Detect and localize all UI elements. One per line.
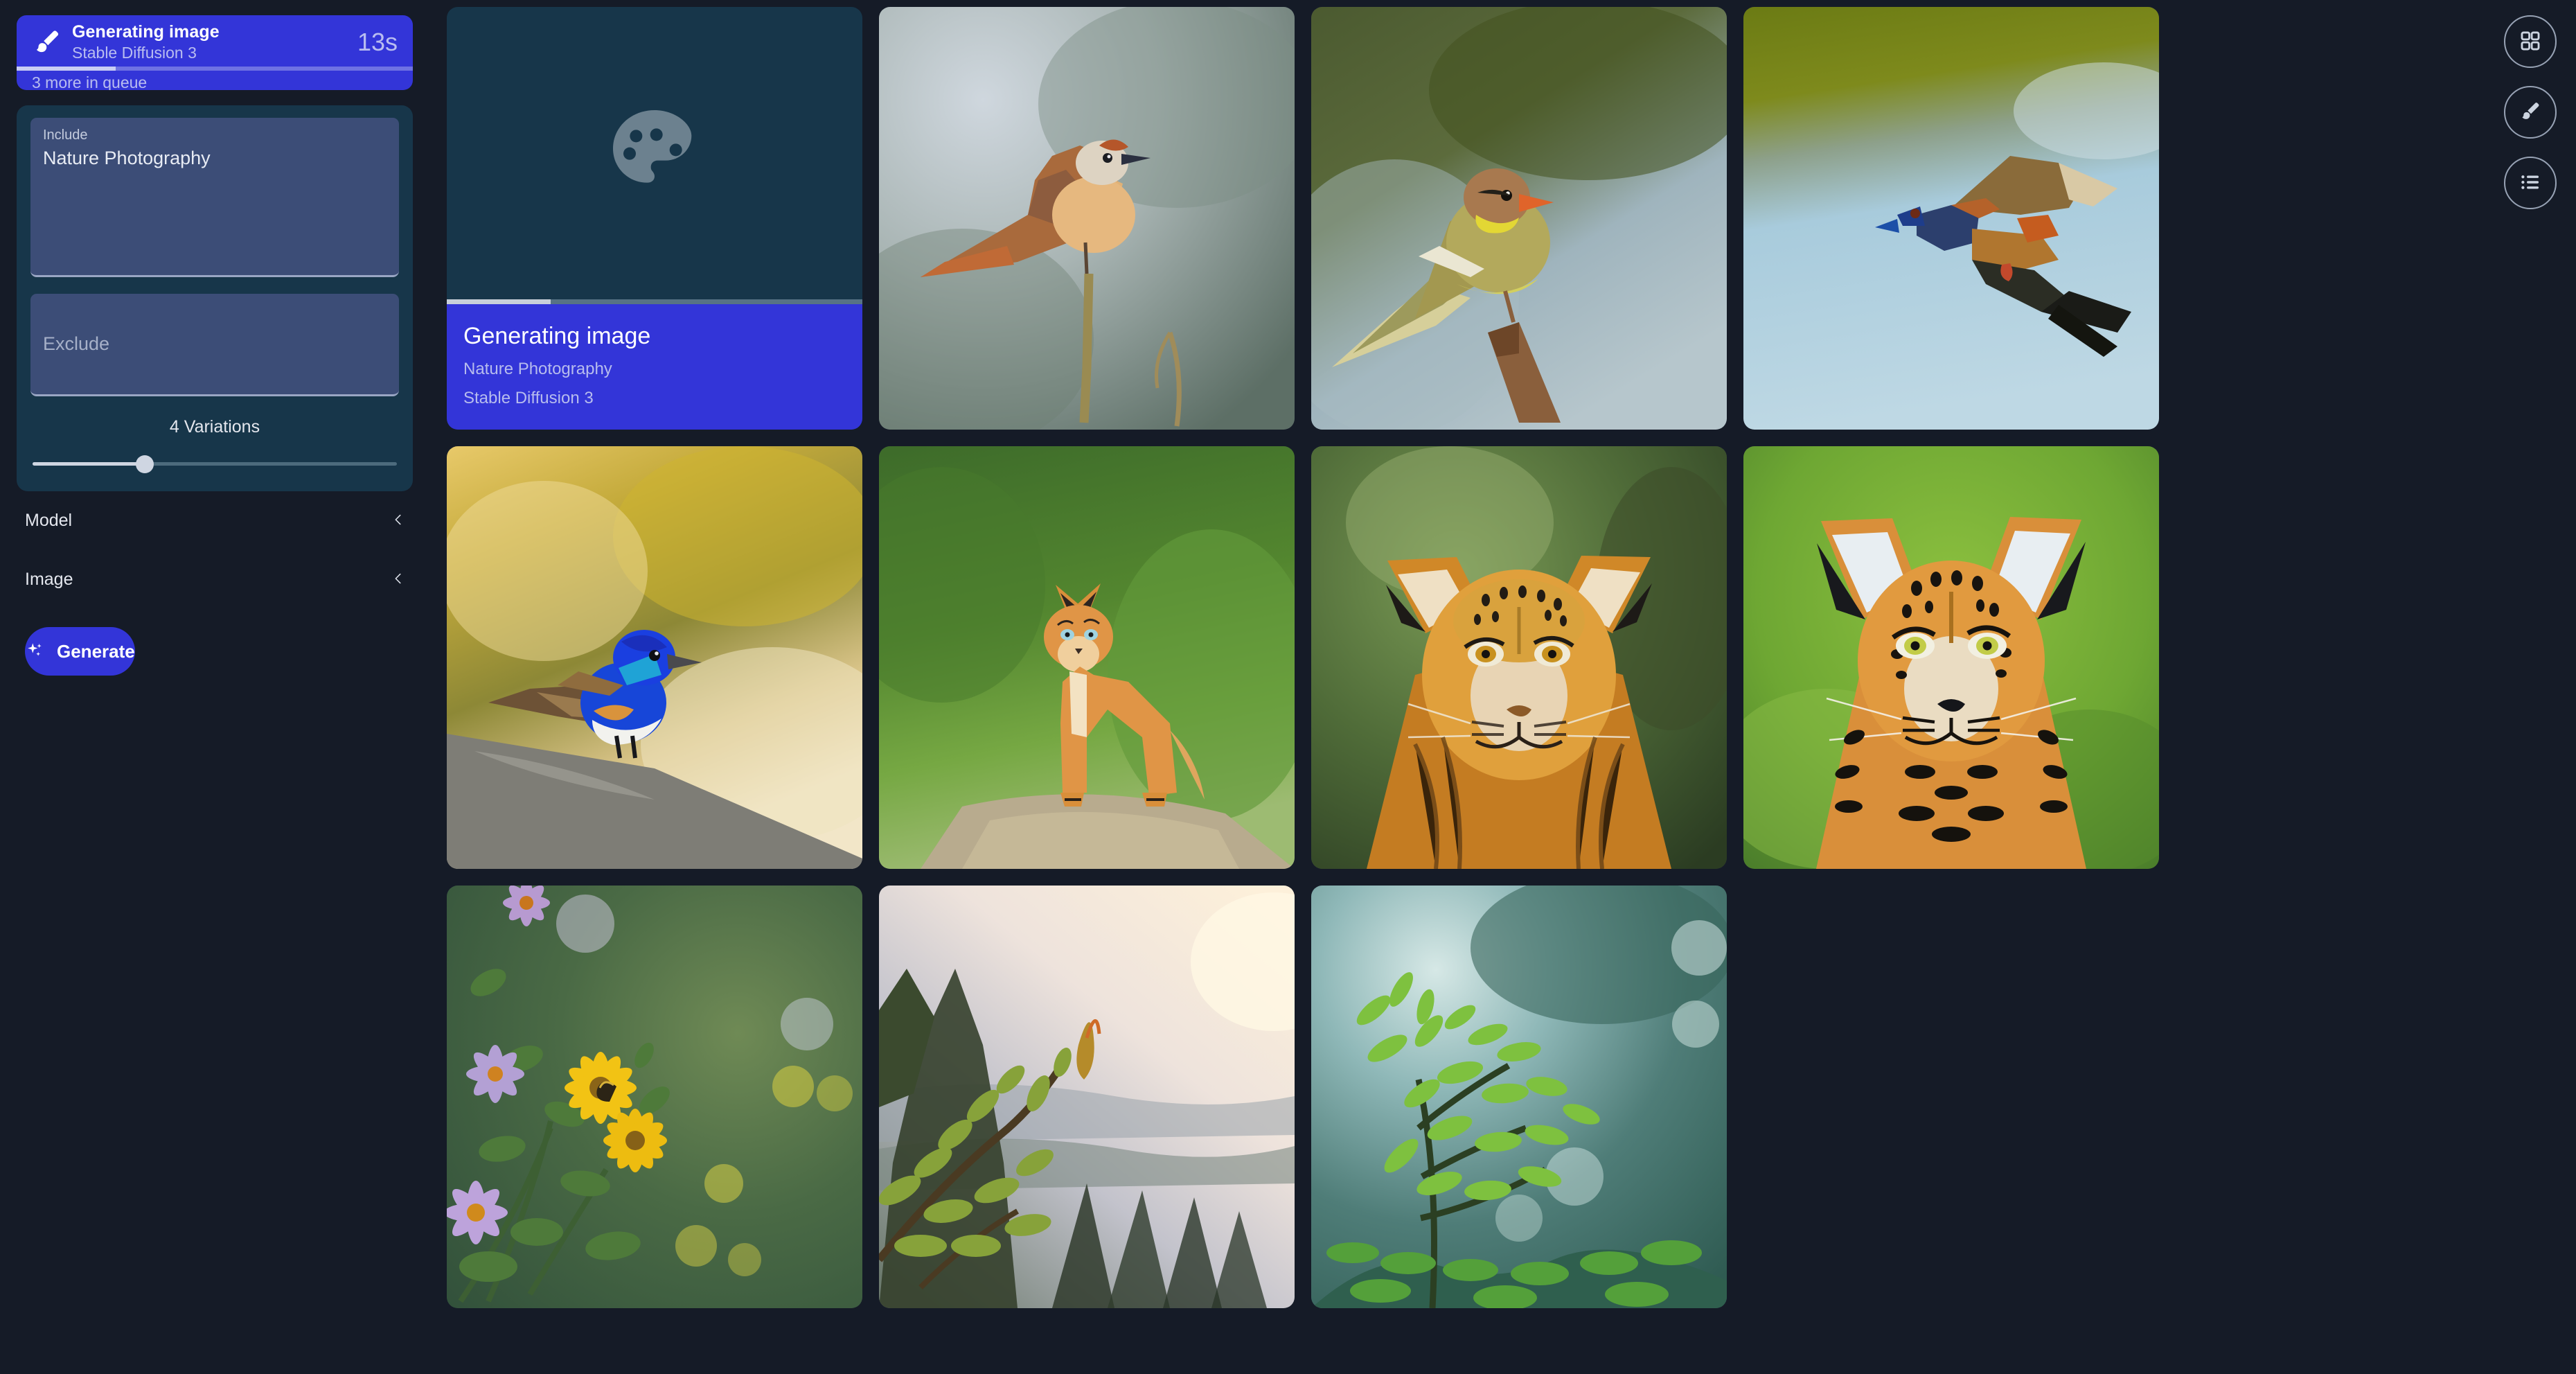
gallery-image-tile[interactable]	[447, 886, 862, 1308]
status-card-main: Generating image Stable Diffusion 3 13s	[17, 15, 413, 67]
generated-image	[879, 7, 1295, 430]
slider-thumb[interactable]	[135, 455, 154, 473]
right-toolbar	[2504, 15, 2557, 209]
list-icon	[2519, 170, 2542, 196]
generated-image	[1311, 7, 1727, 430]
brush-icon	[32, 27, 62, 58]
brush-tool-button[interactable]	[2504, 86, 2557, 139]
gallery-image-tile[interactable]	[1311, 886, 1727, 1308]
include-label: Include	[43, 127, 88, 143]
grid-view-button[interactable]	[2504, 15, 2557, 68]
generate-button-label: Generate	[57, 640, 135, 662]
chevron-left-icon[interactable]	[391, 571, 406, 589]
include-value: Nature Photography	[43, 148, 211, 168]
generated-image	[447, 446, 862, 869]
generating-progress-fill	[447, 299, 551, 305]
generating-model: Stable Diffusion 3	[463, 389, 594, 407]
generated-image	[1311, 886, 1727, 1308]
status-title: Generating image	[72, 21, 220, 42]
image-section-label: Image	[25, 570, 73, 589]
gallery-image-tile[interactable]	[879, 446, 1295, 869]
generate-button[interactable]: Generate	[25, 627, 135, 676]
gallery-image-tile[interactable]	[1743, 446, 2159, 869]
generated-image	[1743, 446, 2159, 869]
gallery-image-tile[interactable]	[1311, 7, 1727, 430]
sidebar-section-image[interactable]: Image	[17, 550, 413, 609]
generating-tile[interactable]: Generating image Nature Photography Stab…	[447, 7, 862, 430]
generating-prompt: Nature Photography	[463, 360, 612, 378]
chevron-left-icon[interactable]	[391, 512, 406, 530]
variations-label: 4 Variations	[169, 417, 260, 437]
status-model: Stable Diffusion 3	[72, 43, 197, 62]
gallery-image-tile[interactable]	[447, 446, 862, 869]
gallery-image-tile[interactable]	[879, 7, 1295, 430]
generated-image	[447, 886, 862, 1308]
status-elapsed-time: 13s	[357, 28, 398, 56]
list-view-button[interactable]	[2504, 157, 2557, 209]
status-card-text: Generating image Stable Diffusion 3	[72, 22, 349, 62]
app-root: Generating image Stable Diffusion 3 13s …	[0, 0, 2576, 1374]
generating-canvas	[447, 7, 862, 299]
status-progress-fill	[17, 67, 116, 71]
generating-footer: Generating image Nature Photography Stab…	[447, 304, 862, 430]
exclude-field[interactable]: Exclude	[30, 294, 399, 396]
generated-image	[1743, 7, 2159, 430]
model-section-label: Model	[25, 511, 73, 530]
sparkles-icon	[25, 640, 46, 663]
status-progress-bar	[17, 67, 413, 71]
image-gallery: Generating image Nature Photography Stab…	[447, 7, 2424, 1308]
sidebar-section-model[interactable]: Model	[17, 491, 413, 550]
prompt-panel: Include Nature Photography Exclude 4 Var…	[17, 105, 413, 491]
variations-slider[interactable]	[30, 455, 399, 473]
sidebar: Generating image Stable Diffusion 3 13s …	[0, 0, 429, 1374]
palette-icon	[599, 96, 710, 211]
generated-image	[1311, 446, 1727, 869]
include-field[interactable]: Include Nature Photography	[30, 118, 399, 277]
gallery-image-tile[interactable]	[1743, 7, 2159, 430]
generating-title: Generating image	[463, 323, 651, 350]
slider-fill	[33, 462, 147, 466]
generated-image	[879, 886, 1295, 1308]
gallery-image-tile[interactable]	[879, 886, 1295, 1308]
brush-icon	[2519, 100, 2542, 125]
generating-progress-bar	[447, 299, 862, 305]
generation-status-card[interactable]: Generating image Stable Diffusion 3 13s …	[17, 15, 413, 90]
grid-icon	[2519, 29, 2542, 55]
gallery-image-tile[interactable]	[1311, 446, 1727, 869]
exclude-placeholder: Exclude	[43, 333, 110, 354]
generated-image	[879, 446, 1295, 869]
